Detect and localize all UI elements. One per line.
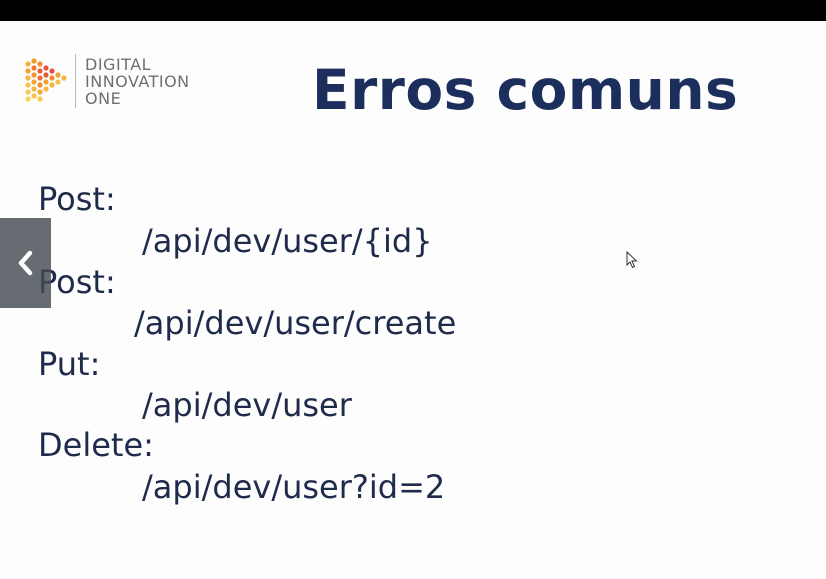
endpoint-2: /api/dev/user/create <box>134 304 457 342</box>
logo-line-2: INNOVATION <box>85 72 190 91</box>
endpoint-3: /api/dev/user <box>142 386 352 424</box>
endpoint-1: /api/dev/user/{id} <box>142 222 433 260</box>
logo-dots-icon <box>25 58 67 102</box>
method-post-1: Post: <box>38 180 116 218</box>
logo-divider <box>75 54 76 108</box>
logo-line-1: DIGITAL <box>85 55 152 74</box>
method-delete: Delete: <box>38 426 154 464</box>
mouse-pointer-icon <box>626 250 638 274</box>
logo-text: DIGITAL INNOVATION ONE <box>85 56 190 107</box>
top-black-bar <box>0 0 826 21</box>
logo-line-3: ONE <box>85 89 122 108</box>
method-put: Put: <box>38 345 101 383</box>
slide-title: Erros comuns <box>312 58 739 122</box>
previous-slide-button[interactable] <box>0 218 51 308</box>
digital-innovation-one-logo: DIGITAL INNOVATION ONE <box>24 54 204 110</box>
chevron-left-icon <box>18 250 32 276</box>
endpoint-4: /api/dev/user?id=2 <box>142 468 446 506</box>
